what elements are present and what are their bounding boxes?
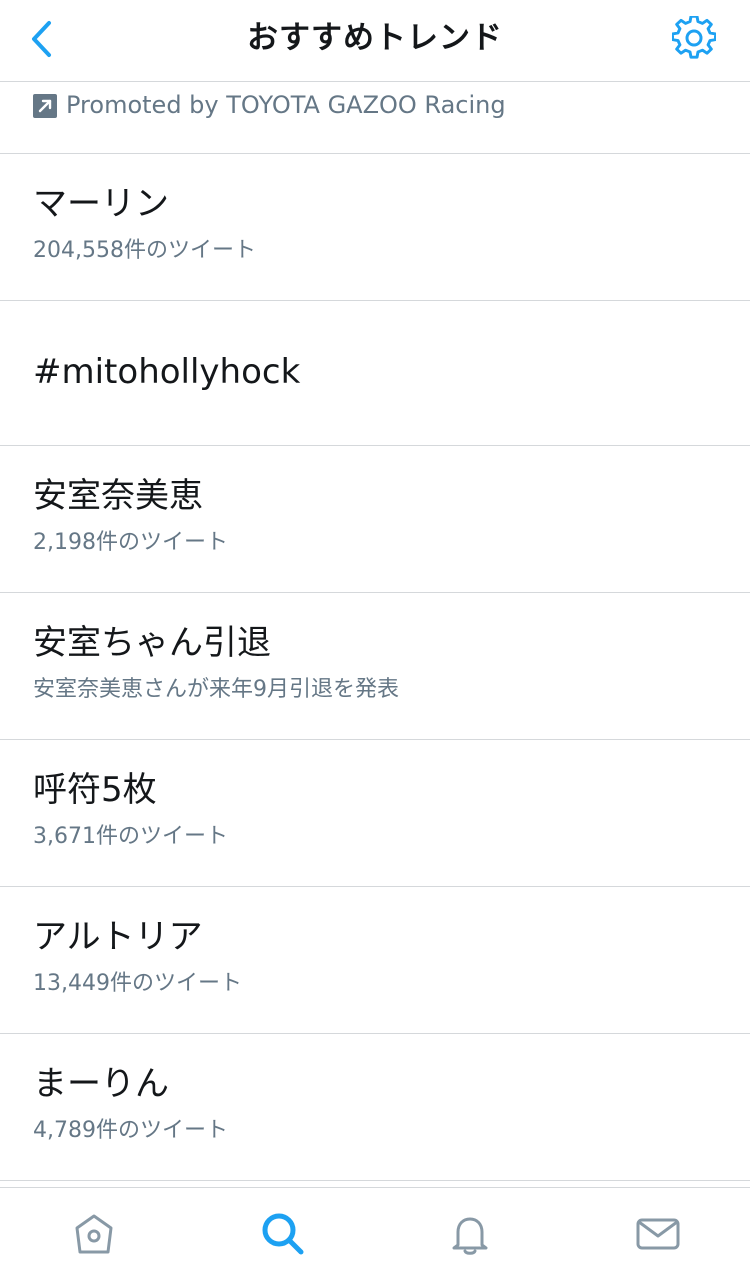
gear-icon: [672, 16, 716, 59]
promoted-label: Promoted by TOYOTA GAZOO Racing: [66, 91, 506, 119]
trend-item[interactable]: #mitohollyhock: [0, 301, 750, 446]
settings-button[interactable]: [668, 14, 720, 62]
trend-name: #mitohollyhock: [33, 352, 301, 392]
trend-item[interactable]: 安室ちゃん引退 安室奈美恵さんが来年9月引退を発表: [0, 593, 750, 740]
tab-notifications[interactable]: [446, 1210, 494, 1258]
trend-name: マーリン: [33, 184, 169, 224]
messages-envelope-icon: [636, 1218, 680, 1250]
trend-item[interactable]: 安室奈美恵 2,198件のツイート: [0, 446, 750, 593]
trend-tweet-count: 204,558件のツイート: [33, 238, 256, 263]
tab-bar: [0, 1187, 750, 1281]
trend-tweet-count: 2,198件のツイート: [33, 530, 228, 555]
trend-name: 安室奈美恵: [33, 476, 203, 516]
promoted-row[interactable]: Promoted by TOYOTA GAZOO Racing: [0, 82, 750, 154]
trend-tweet-count: 4,789件のツイート: [33, 1118, 228, 1143]
trend-name: 安室ちゃん引退: [33, 623, 271, 663]
tab-search[interactable]: [259, 1210, 307, 1258]
tab-home[interactable]: [70, 1210, 118, 1258]
trend-description: 安室奈美恵さんが来年9月引退を発表: [33, 677, 399, 702]
page-title: おすすめトレンド: [247, 20, 503, 56]
trend-item[interactable]: 呼符5枚 3,671件のツイート: [0, 740, 750, 887]
home-icon: [75, 1214, 113, 1254]
search-icon: [262, 1213, 304, 1255]
trend-name: 呼符5枚: [33, 770, 157, 810]
tab-messages[interactable]: [634, 1210, 682, 1258]
trend-item[interactable]: アルトリア 13,449件のツイート: [0, 887, 750, 1034]
notifications-bell-icon: [452, 1217, 488, 1255]
trend-name: まーりん: [33, 1064, 169, 1104]
promoted-arrow-icon: [33, 94, 57, 118]
trend-item[interactable]: まーりん 4,789件のツイート: [0, 1034, 750, 1181]
trend-tweet-count: 13,449件のツイート: [33, 971, 242, 996]
trend-item[interactable]: マーリン 204,558件のツイート: [0, 154, 750, 301]
trend-tweet-count: 3,671件のツイート: [33, 824, 228, 849]
trend-name: アルトリア: [33, 917, 203, 957]
navigation-bar: おすすめトレンド: [0, 0, 750, 82]
